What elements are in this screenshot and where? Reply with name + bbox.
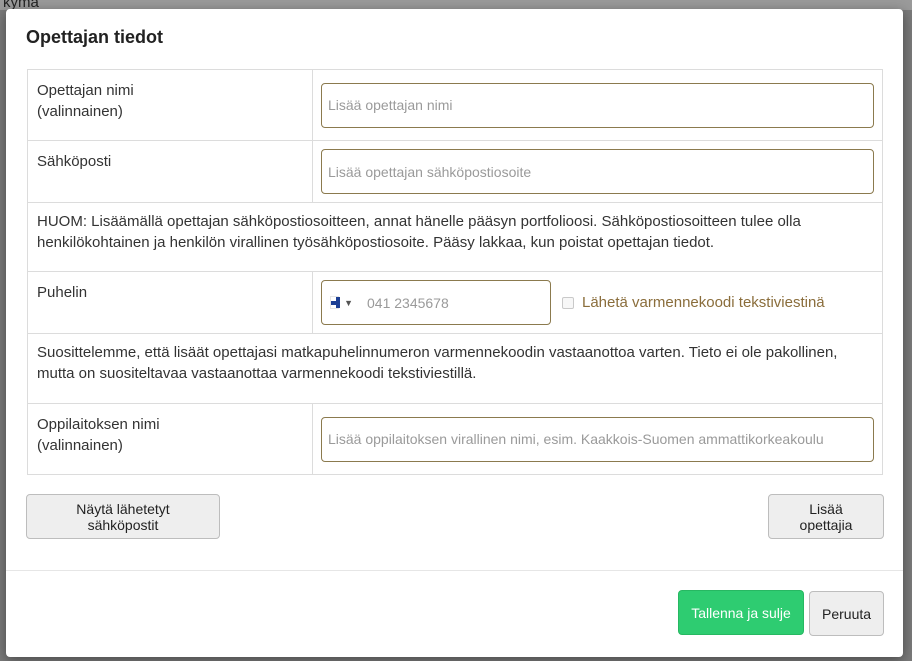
teacher-name-input[interactable]	[321, 82, 874, 128]
school-label-text: Oppilaitoksen nimi	[37, 416, 160, 433]
save-and-close-button[interactable]: Tallenna ja sulje	[678, 590, 804, 635]
modal-title: Opettajan tiedot	[26, 27, 164, 47]
show-sent-emails-button[interactable]: Näytä lähetetyt sähköpostit	[26, 494, 220, 539]
teacher-name-label-text: Opettajan nimi	[37, 82, 134, 99]
teacher-name-cell	[313, 70, 882, 140]
email-row: Sähköposti	[28, 141, 882, 203]
school-cell	[313, 404, 882, 474]
teacher-name-label: Opettajan nimi (valinnainen)	[28, 70, 313, 140]
phone-row: Puhelin ▼ Lähetä varmennekoodi tekstivie…	[28, 272, 882, 334]
school-optional-text: (valinnainen)	[37, 437, 123, 454]
teacher-info-modal: Opettajan tiedot Opettajan nimi (valinna…	[6, 9, 903, 657]
teacher-name-row: Opettajan nimi (valinnainen)	[28, 70, 882, 141]
school-label: Oppilaitoksen nimi (valinnainen)	[28, 404, 313, 474]
teacher-name-optional-text: (valinnainen)	[37, 103, 123, 120]
add-teachers-button[interactable]: Lisää opettajia	[768, 494, 884, 539]
phone-cell: ▼ Lähetä varmennekoodi tekstiviestinä	[313, 272, 882, 333]
sms-checkbox[interactable]	[562, 296, 574, 309]
chevron-down-icon[interactable]: ▼	[344, 298, 353, 308]
cancel-button[interactable]: Peruuta	[809, 591, 884, 636]
sms-checkbox-wrapper[interactable]: Lähetä varmennekoodi tekstiviestinä	[562, 294, 825, 311]
email-input[interactable]	[321, 149, 874, 194]
email-note: HUOM: Lisäämällä opettajan sähköpostioso…	[28, 203, 882, 272]
phone-note: Suosittelemme, että lisäät opettajasi ma…	[28, 334, 882, 404]
email-label: Sähköposti	[28, 141, 313, 202]
phone-label: Puhelin	[28, 272, 313, 333]
modal-footer-divider	[6, 570, 903, 571]
sms-checkbox-label[interactable]: Lähetä varmennekoodi tekstiviestinä	[582, 294, 825, 311]
phone-field: ▼	[321, 280, 551, 325]
school-input[interactable]	[321, 416, 874, 462]
phone-input[interactable]	[365, 281, 550, 324]
finland-flag-icon[interactable]	[330, 296, 340, 309]
teacher-form: Opettajan nimi (valinnainen) Sähköposti …	[27, 69, 883, 475]
email-cell	[313, 141, 882, 202]
school-row: Oppilaitoksen nimi (valinnainen)	[28, 404, 882, 474]
